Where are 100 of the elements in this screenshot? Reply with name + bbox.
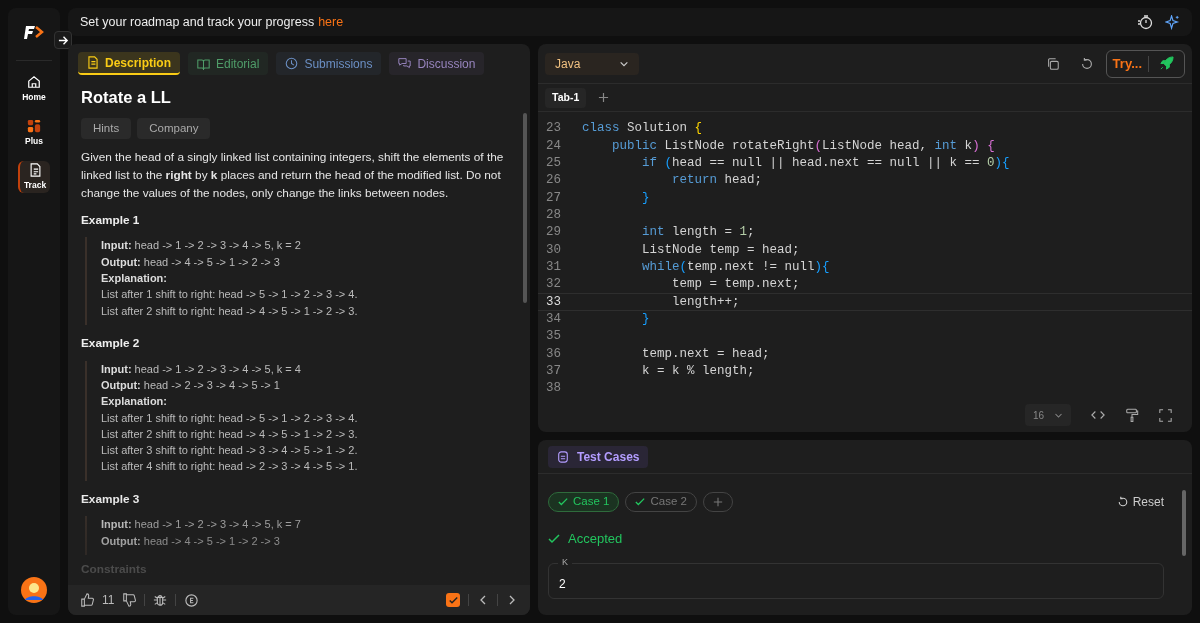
add-tab-icon[interactable]: [598, 92, 610, 103]
code-line: temp.next = head;: [641, 345, 770, 363]
line-number: 29: [545, 224, 562, 242]
check-icon: [548, 532, 560, 545]
expand-button[interactable]: [54, 31, 72, 49]
example-heading: Example 1: [81, 211, 141, 229]
clock-icon: [285, 57, 299, 70]
example-line: Explanation:: [101, 271, 168, 287]
reset-icon[interactable]: [1079, 56, 1094, 71]
code-line: }: [641, 311, 650, 329]
editor-tab[interactable]: Tab-1: [545, 87, 587, 108]
like-count: 11: [102, 592, 115, 609]
bug-icon[interactable]: [153, 593, 168, 607]
example-line: Output: head -> 4 -> 5 -> 1 -> 2 -> 3: [101, 254, 281, 270]
example-line: Explanation:: [101, 394, 168, 410]
thumbs-down-icon[interactable]: [122, 593, 137, 607]
line-number: 25: [545, 155, 562, 172]
sidebar-item[interactable]: Home: [18, 73, 50, 105]
example-line: List after 4 shift to right: head -> 2 -> 3 -> 4 -> 5 -> 1.: [101, 459, 359, 475]
line-number: 32: [545, 276, 562, 294]
line-number: 30: [545, 241, 562, 259]
reset-button[interactable]: Reset: [1116, 493, 1164, 511]
banner-text: Set your roadmap and track your progress: [80, 13, 315, 31]
code-icon[interactable]: [1091, 408, 1105, 422]
code-line: ListNode temp = head;: [641, 241, 800, 259]
check-icon: [635, 497, 646, 507]
tab[interactable]: Discussion: [389, 52, 485, 75]
line-number: 26: [545, 172, 562, 190]
line-number: 28: [545, 207, 562, 224]
example-heading: Example 3: [81, 490, 141, 508]
example-line: Output: head -> 2 -> 3 -> 4 -> 5 -> 1: [101, 377, 281, 393]
line-number: 31: [545, 259, 562, 277]
example-line: Output: head -> 4 -> 5 -> 1 -> 2 -> 3: [101, 533, 281, 549]
verdict-text: Accepted: [568, 530, 623, 548]
tab[interactable]: Description: [78, 52, 180, 75]
plus-icon: [712, 497, 723, 507]
example-line: List after 1 shift to right: head -> 5 -> 1 -> 2 -> 3 -> 4.: [101, 287, 359, 303]
chat-icon: [398, 57, 412, 70]
flask-icon: [557, 450, 569, 463]
line-number: 27: [545, 189, 562, 207]
arrow-right-icon: [57, 34, 69, 46]
here-link[interactable]: here: [318, 12, 344, 32]
code-line: public ListNode rotateRight(ListNode head, int k) {: [611, 137, 995, 155]
example-line: Input: head -> 1 -> 2 -> 3 -> 4 -> 5, k = 2: [101, 238, 302, 254]
example-line: Input: head -> 1 -> 2 -> 3 -> 4 -> 5, k = 4: [101, 361, 302, 377]
tab[interactable]: Editorial: [188, 52, 269, 75]
solved-checkbox[interactable]: [446, 593, 460, 607]
tab[interactable]: Submissions: [276, 52, 382, 75]
line-number: 36: [545, 345, 562, 363]
sidebar-item[interactable]: Track: [18, 161, 50, 193]
problem-title: Rotate a LL: [81, 87, 172, 108]
timer-icon[interactable]: [1137, 14, 1153, 30]
code-line: class Solution {: [582, 120, 703, 138]
code-line: temp = temp.next;: [671, 276, 800, 294]
code-line: while(temp.next != null){: [641, 259, 830, 277]
check-icon: [558, 497, 568, 507]
code-line: k = k % length;: [641, 363, 755, 381]
line-number: 38: [545, 380, 562, 398]
reset-icon: [1116, 496, 1129, 508]
fullscreen-icon[interactable]: [1159, 408, 1172, 422]
book-icon: [197, 57, 210, 70]
example-line: Input: head -> 1 -> 2 -> 3 -> 4 -> 5, k = 7: [101, 517, 302, 533]
thumbs-up-icon[interactable]: [80, 593, 94, 607]
code-line: int length = 1;: [641, 224, 755, 242]
document-icon: [28, 162, 42, 177]
avatar[interactable]: [21, 577, 47, 603]
line-number: 35: [545, 328, 562, 346]
example-line: List after 1 shift to right: head -> 5 -> 1 -> 2 -> 3 -> 4.: [101, 410, 359, 426]
scrollbar[interactable]: [1182, 490, 1186, 556]
example-line: List after 3 shift to right: head -> 3 -> 4 -> 5 -> 1 -> 2.: [101, 443, 359, 459]
code-line: if (head == null || head.next == null || k == 0){: [641, 155, 1010, 172]
language-dropdown[interactable]: Java: [545, 52, 639, 75]
test-cases-tab[interactable]: Test Cases: [548, 445, 649, 468]
blocks-icon: [27, 118, 41, 133]
sidebar-item[interactable]: Plus: [18, 117, 50, 149]
example-heading: Example 2: [81, 334, 141, 352]
chip[interactable]: Hints: [81, 117, 132, 139]
example-line: List after 2 shift to right: head -> 4 -> 5 -> 1 -> 2 -> 3.: [101, 303, 359, 319]
copy-icon[interactable]: [1045, 56, 1060, 71]
chip[interactable]: Company: [137, 117, 211, 139]
font-size-dropdown[interactable]: 16: [1025, 404, 1071, 426]
document-icon: [87, 56, 99, 69]
line-number: 33: [545, 293, 562, 311]
logo-icon[interactable]: [24, 24, 44, 40]
line-number: 23: [545, 120, 562, 138]
code-line: }: [641, 189, 650, 207]
line-number: 34: [545, 311, 562, 329]
code-line: length++;: [671, 293, 740, 311]
code-line: return head;: [671, 172, 763, 190]
problem-statement: Given the head of a singly linked list containing integers, shift the elements of the linked list to the right by k places and return the head of the modified list. Do not change the values of the nodes, only change the links between nodes.: [81, 148, 505, 202]
run-button[interactable]: Try...: [1106, 53, 1148, 74]
paint-roller-icon[interactable]: [1125, 408, 1139, 422]
sparkle-icon[interactable]: [1165, 14, 1180, 30]
home-icon: [27, 74, 41, 89]
line-number: 37: [545, 363, 562, 381]
rocket-icon: [1159, 56, 1174, 71]
scrollbar[interactable]: [523, 113, 527, 303]
line-number: 24: [545, 137, 562, 155]
example-line: List after 2 shift to right: head -> 4 -> 5 -> 1 -> 2 -> 3.: [101, 426, 359, 442]
case-tab[interactable]: Case 1: [548, 492, 620, 512]
